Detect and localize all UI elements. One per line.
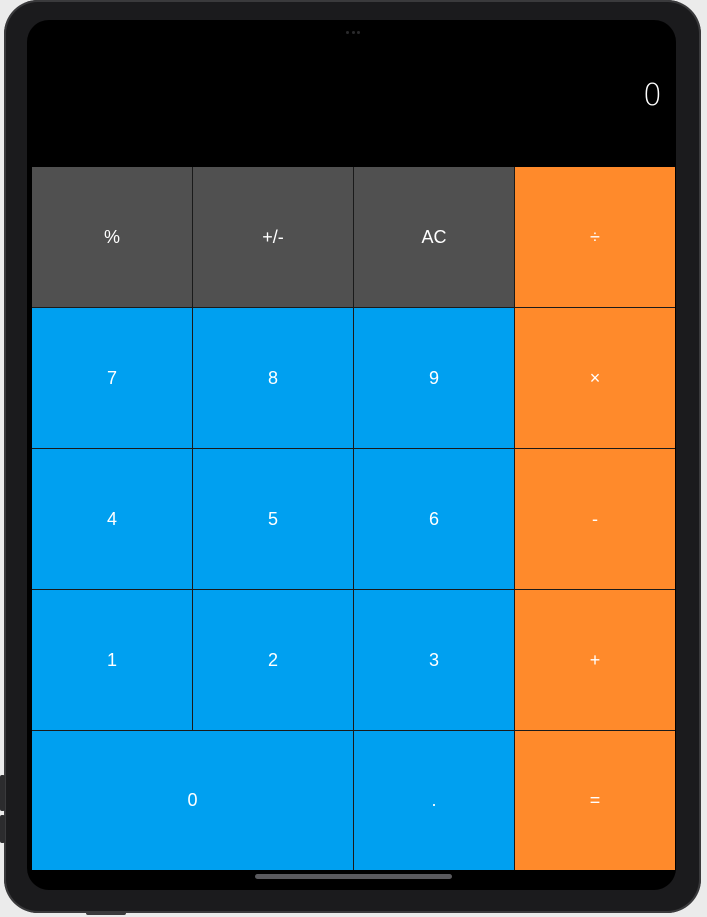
digit-7-button[interactable]: 7 bbox=[32, 308, 193, 449]
equals-button[interactable]: = bbox=[515, 731, 675, 870]
camera-dots bbox=[346, 31, 360, 35]
digit-3-button[interactable]: 3 bbox=[354, 590, 515, 731]
volume-up-button bbox=[0, 775, 5, 811]
all-clear-button[interactable]: AC bbox=[354, 167, 515, 308]
digit-0-button[interactable]: 0 bbox=[32, 731, 354, 870]
multiply-button[interactable]: × bbox=[515, 308, 675, 449]
digit-2-button[interactable]: 2 bbox=[193, 590, 354, 731]
keypad: % +/- AC ÷ 7 8 9 × 4 5 6 - 1 2 3 + 0 . = bbox=[32, 167, 675, 870]
hardware-button bbox=[86, 911, 126, 915]
home-indicator[interactable] bbox=[255, 874, 452, 879]
sign-toggle-button[interactable]: +/- bbox=[193, 167, 354, 308]
add-button[interactable]: + bbox=[515, 590, 675, 731]
decimal-point-button[interactable]: . bbox=[354, 731, 515, 870]
percent-button[interactable]: % bbox=[32, 167, 193, 308]
divide-button[interactable]: ÷ bbox=[515, 167, 675, 308]
digit-9-button[interactable]: 9 bbox=[354, 308, 515, 449]
digit-4-button[interactable]: 4 bbox=[32, 449, 193, 590]
digit-5-button[interactable]: 5 bbox=[193, 449, 354, 590]
volume-down-button bbox=[0, 815, 5, 843]
subtract-button[interactable]: - bbox=[515, 449, 675, 590]
digit-1-button[interactable]: 1 bbox=[32, 590, 193, 731]
digit-8-button[interactable]: 8 bbox=[193, 308, 354, 449]
calculator-display: 0 bbox=[642, 78, 662, 113]
digit-6-button[interactable]: 6 bbox=[354, 449, 515, 590]
